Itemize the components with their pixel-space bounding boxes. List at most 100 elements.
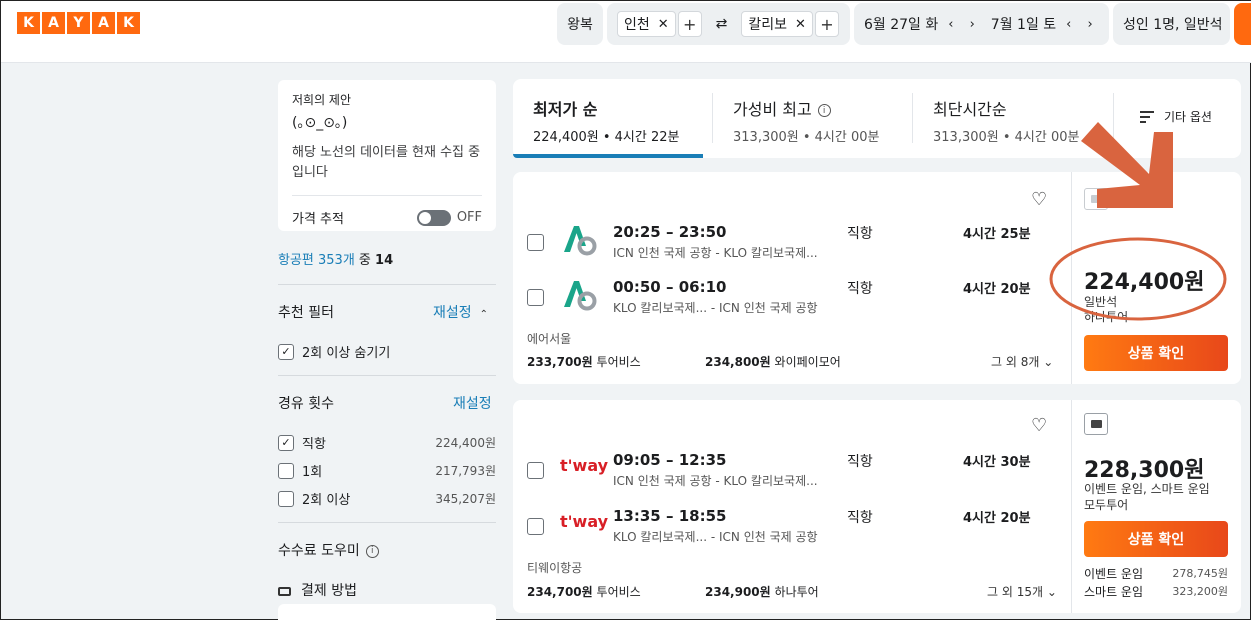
tab-label: 최저가 순 <box>533 100 598 119</box>
price-provider: 모두투어 <box>1084 498 1129 512</box>
divider <box>278 284 496 285</box>
option-label: 2회 이상 <box>302 493 351 508</box>
depart-date-nav-icon[interactable]: ‹ › <box>948 17 981 32</box>
payment-method[interactable]: 결제 방법 <box>278 580 357 600</box>
toggle-state: OFF <box>456 210 482 225</box>
option-price: 224,400원 <box>435 436 496 450</box>
tab-cheapest[interactable]: 최저가 순 224,400원 • 4시간 22분 <box>513 79 703 158</box>
recommended-filter-title: 추천 필터 <box>278 305 334 321</box>
payment-options-box[interactable] <box>278 604 496 620</box>
leg-duration: 4시간 20분 <box>963 511 1031 526</box>
baggage-icon[interactable] <box>1084 413 1108 435</box>
leg-duration: 4시간 20분 <box>963 282 1031 297</box>
checkbox-checked[interactable]: ✓ <box>278 434 294 451</box>
date-field: 6월 27일 화 ‹ › 7월 1일 토 ‹ › <box>854 3 1109 45</box>
fee-assistant-title: 수수료 도우미 i <box>278 540 379 560</box>
recommended-reset[interactable]: 재설정 ⌃ <box>433 302 488 322</box>
tab-fastest[interactable]: 최단시간순 313,300원 • 4시간 00분 <box>913 79 1113 158</box>
checkbox-checked[interactable]: ✓ <box>278 343 294 360</box>
more-providers-label: 그 외 15개 <box>987 585 1044 599</box>
outbound-leg: 20:25 – 23:50 ICN 인천 국제 공항 - KLO 칼리보국제..… <box>527 220 1057 260</box>
results-count: 항공편 353개 중 14 <box>278 249 393 268</box>
trip-type-label: 왕복 <box>567 17 593 33</box>
search-button[interactable] <box>1234 3 1251 45</box>
tab-best[interactable]: 가성비 최고 i 313,300원 • 4시간 00분 <box>713 79 911 158</box>
depart-date[interactable]: 6월 27일 화 ‹ › <box>854 14 981 34</box>
baggage-icon[interactable] <box>1084 188 1108 210</box>
add-destination-button[interactable]: + <box>814 11 839 37</box>
option-label: 직항 <box>302 437 326 452</box>
offer-title: 저희의 제안 <box>292 93 352 107</box>
logo-letter: K <box>17 12 40 34</box>
checkbox[interactable] <box>527 289 544 306</box>
offer-message: 해당 노선의 데이터를 현재 수집 중입니다 <box>292 145 481 180</box>
provider-offer[interactable]: 234,800원 와이페이모어 <box>705 353 841 370</box>
more-providers[interactable]: 그 외 15개 ⌄ <box>987 583 1057 600</box>
itinerary: ♡ t'way 09:05 – 12:35 ICN 인천 국제 공항 - KLO… <box>513 400 1071 613</box>
info-icon[interactable]: i <box>365 544 379 558</box>
divider <box>278 522 496 523</box>
itinerary: ♡ 20:25 – 23:50 ICN 인천 국제 공항 - KLO 칼리보국제… <box>513 172 1071 384</box>
results-count-link[interactable]: 항공편 353개 <box>278 253 355 268</box>
heart-icon[interactable]: ♡ <box>1031 189 1047 210</box>
tab-sub: 313,300원 • 4시간 00분 <box>733 130 880 145</box>
reset-link: 재설정 <box>433 305 472 321</box>
remove-destination-icon[interactable]: ✕ <box>795 17 806 32</box>
chevron-down-icon: ⌄ <box>1043 355 1054 369</box>
heart-icon[interactable]: ♡ <box>1031 415 1047 436</box>
return-date[interactable]: 7월 1일 토 ‹ › <box>981 14 1099 34</box>
price-tracker-toggle[interactable]: OFF <box>416 209 482 226</box>
stops-filter-title: 경유 횟수 <box>278 396 334 412</box>
result-card[interactable]: ♡ 20:25 – 23:50 ICN 인천 국제 공항 - KLO 칼리보국제… <box>513 172 1241 384</box>
add-origin-button[interactable]: + <box>677 11 702 37</box>
divider <box>278 375 496 376</box>
checkbox[interactable] <box>527 462 544 479</box>
provider-offer[interactable]: 234,700원 투어비스 <box>527 583 641 600</box>
fee-assistant-label: 수수료 도우미 <box>278 543 360 559</box>
remove-origin-icon[interactable]: ✕ <box>658 17 669 32</box>
checkbox[interactable] <box>527 234 544 251</box>
checkbox[interactable] <box>278 462 294 479</box>
checkbox[interactable] <box>278 490 294 507</box>
divider <box>292 195 482 196</box>
passenger-label: 성인 1명, 일반석 <box>1123 17 1223 33</box>
fare-option[interactable]: 이벤트 운임 278,745원 <box>1084 565 1228 582</box>
stops-reset[interactable]: 재설정 <box>453 393 492 413</box>
hide-multi-stop-option[interactable]: ✓ 2회 이상 숨기기 <box>278 342 496 361</box>
fare-option[interactable]: 스마트 운임 323,200원 <box>1084 583 1228 600</box>
provider-offer[interactable]: 233,700원 투어비스 <box>527 353 641 370</box>
destination-chip[interactable]: 칼리보 ✕ <box>741 11 813 37</box>
leg-stops: 직항 <box>847 510 873 526</box>
info-icon[interactable]: i <box>817 104 831 117</box>
top-header: K A Y A K 왕복 인천 ✕ + ⇄ 칼리보 ✕ + 6월 27일 화 ‹… <box>1 1 1251 63</box>
more-providers[interactable]: 그 외 8개 ⌄ <box>991 353 1053 370</box>
logo-letter: A <box>92 12 115 34</box>
trip-type-select[interactable]: 왕복 <box>557 3 603 45</box>
more-options-button[interactable]: 기타 옵션 <box>1140 108 1212 125</box>
origin-chip[interactable]: 인천 ✕ <box>617 11 676 37</box>
checkbox[interactable] <box>527 518 544 535</box>
view-deal-button[interactable]: 상품 확인 <box>1084 521 1228 557</box>
result-card[interactable]: ♡ t'way 09:05 – 12:35 ICN 인천 국제 공항 - KLO… <box>513 400 1241 613</box>
kayak-logo[interactable]: K A Y A K <box>17 12 140 34</box>
chevron-down-icon: ⌄ <box>1046 585 1057 599</box>
option-label: 1회 <box>302 465 323 480</box>
passenger-select[interactable]: 성인 1명, 일반석 <box>1113 3 1230 45</box>
swap-icon[interactable]: ⇄ <box>716 16 728 32</box>
leg-stops: 직항 <box>847 226 873 242</box>
leg-stops: 직항 <box>847 281 873 297</box>
more-providers-label: 그 외 8개 <box>991 355 1040 369</box>
provider-name: 투어비스 <box>596 355 641 369</box>
provider-offer[interactable]: 234,900원 하나투어 <box>705 583 819 600</box>
return-date-nav-icon[interactable]: ‹ › <box>1066 17 1099 32</box>
stops-option-two-plus[interactable]: 2회 이상 345,207원 <box>278 489 496 508</box>
stops-option-one[interactable]: 1회 217,793원 <box>278 461 496 480</box>
chevron-up-icon[interactable]: ⌃ <box>480 309 488 320</box>
tway-logo: t'way <box>560 456 609 475</box>
view-deal-button[interactable]: 상품 확인 <box>1084 335 1228 371</box>
price-tracker: 가격 추적 OFF <box>292 208 482 227</box>
leg-airports: KLO 칼리보국제... - ICN 인천 국제 공항 <box>613 301 818 315</box>
stops-option-direct[interactable]: ✓ 직항 224,400원 <box>278 433 496 452</box>
leg-times: 00:50 – 06:10 <box>613 278 727 296</box>
logo-letter: Y <box>67 12 90 34</box>
